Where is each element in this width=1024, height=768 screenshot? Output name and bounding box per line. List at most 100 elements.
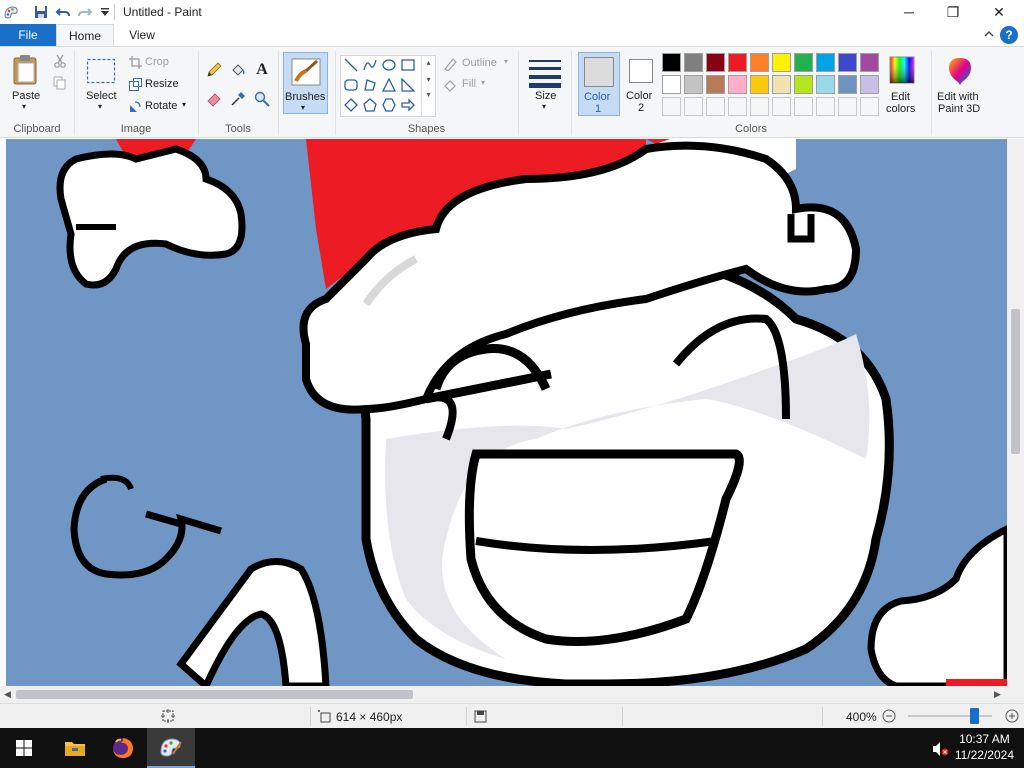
cut-icon[interactable] [52,53,68,69]
palette-custom-swatch[interactable] [728,97,747,116]
palette-color-swatch[interactable] [750,75,769,94]
horizontal-scroll-thumb[interactable] [16,690,413,699]
scroll-left-icon[interactable]: ◀ [4,689,11,700]
paint-taskbar-button[interactable] [147,728,195,768]
palette-custom-swatch[interactable] [816,97,835,116]
select-dropdown-icon[interactable]: ▾ [98,102,102,111]
color2-button[interactable]: Color 2 [622,52,660,116]
close-button[interactable]: ✕ [976,0,1022,24]
tab-home[interactable]: Home [56,24,114,47]
color-picker-icon[interactable] [229,90,247,108]
size-dropdown-icon[interactable]: ▾ [542,102,546,111]
file-explorer-taskbar-button[interactable] [51,728,99,768]
fill-icon[interactable] [442,78,458,92]
palette-custom-swatch[interactable] [662,97,681,116]
resize-button[interactable]: Resize [145,78,179,90]
palette-color-swatch[interactable] [838,53,857,72]
palette-color-swatch[interactable] [860,53,879,72]
help-button[interactable]: ? [1000,26,1018,44]
copy-icon[interactable] [52,75,68,91]
palette-custom-swatch[interactable] [860,97,879,116]
select-icon[interactable] [86,57,116,85]
outline-button[interactable]: Outline [462,57,497,69]
horizontal-scrollbar[interactable]: ◀ ▶ [0,686,1007,703]
select-button[interactable]: Select [86,90,117,102]
polygon-shape-icon[interactable] [361,76,379,94]
collapse-ribbon-icon[interactable] [984,27,994,41]
palette-custom-swatch[interactable] [706,97,725,116]
start-button[interactable] [0,728,48,768]
rotate-dropdown-icon[interactable]: ▾ [182,100,186,109]
palette-color-swatch[interactable] [684,75,703,94]
brushes-button[interactable]: Brushes ▾ [283,52,328,114]
palette-custom-swatch[interactable] [772,97,791,116]
tab-file[interactable]: File [0,24,56,46]
firefox-taskbar-button[interactable] [99,728,147,768]
palette-color-swatch[interactable] [860,75,879,94]
pentagon-shape-icon[interactable] [361,96,379,114]
minimize-button[interactable]: ─ [886,0,932,24]
curve-shape-icon[interactable] [361,56,379,74]
line-shape-icon[interactable] [342,56,360,74]
volume-muted-icon[interactable] [932,741,950,757]
vertical-scrollbar[interactable] [1007,139,1024,686]
right-triangle-shape-icon[interactable] [399,76,417,94]
edit-colors-label-line2[interactable]: colors [886,103,915,115]
palette-custom-swatch[interactable] [794,97,813,116]
paint3d-label-line1[interactable]: Edit with [937,91,979,103]
eraser-icon[interactable] [205,90,223,108]
tab-view[interactable]: View [118,24,166,46]
palette-color-swatch[interactable] [750,53,769,72]
palette-color-swatch[interactable] [794,75,813,94]
palette-color-swatch[interactable] [706,53,725,72]
palette-color-swatch[interactable] [728,75,747,94]
paint3d-label-line2[interactable]: Paint 3D [938,103,980,115]
palette-color-swatch[interactable] [838,75,857,94]
arrow-shape-icon[interactable] [399,96,417,114]
crop-icon[interactable] [128,55,142,69]
palette-custom-swatch[interactable] [750,97,769,116]
zoom-in-icon[interactable] [1004,708,1020,724]
palette-custom-swatch[interactable] [684,97,703,116]
palette-color-swatch[interactable] [816,75,835,94]
palette-color-swatch[interactable] [662,75,681,94]
edit-colors-label-line1[interactable]: Edit [891,91,910,103]
drawing-canvas[interactable] [6,139,1007,686]
paint-app-icon[interactable] [2,3,20,21]
outline-icon[interactable] [442,57,458,71]
palette-color-swatch[interactable] [816,53,835,72]
text-tool-icon[interactable]: A [253,61,271,79]
pencil-icon[interactable] [205,61,223,79]
color1-button[interactable]: Color 1 [578,52,620,116]
color-wheel-icon[interactable] [888,55,916,85]
palette-color-swatch[interactable] [772,75,791,94]
zoom-out-icon[interactable] [881,708,897,724]
size-button[interactable]: Size [535,90,556,102]
hexagon-shape-icon[interactable] [380,96,398,114]
fill-button[interactable]: Fill [462,78,476,90]
palette-color-swatch[interactable] [662,53,681,72]
crop-button[interactable]: Crop [145,56,169,68]
canvas-viewport[interactable] [0,139,1024,686]
taskbar-clock[interactable]: 10:37 AM 11/22/2024 [955,731,1014,763]
paste-dropdown-icon[interactable]: ▾ [22,102,26,111]
customize-quick-access-icon[interactable] [96,3,114,21]
save-icon[interactable] [32,3,50,21]
magnifier-icon[interactable] [253,90,271,108]
rotate-button[interactable]: Rotate [145,100,177,112]
fill-bucket-icon[interactable] [229,61,247,79]
paste-button[interactable]: Paste [12,90,40,102]
rounded-rectangle-shape-icon[interactable] [342,76,360,94]
oval-shape-icon[interactable] [380,56,398,74]
outline-dropdown-icon[interactable]: ▾ [504,57,508,66]
rectangle-shape-icon[interactable] [399,56,417,74]
palette-color-swatch[interactable] [794,53,813,72]
triangle-shape-icon[interactable] [380,76,398,94]
size-icon[interactable] [527,55,563,91]
diamond-shape-icon[interactable] [342,96,360,114]
palette-color-swatch[interactable] [706,75,725,94]
scroll-right-icon[interactable]: ▶ [994,689,1001,700]
fill-dropdown-icon[interactable]: ▾ [481,78,485,87]
rotate-icon[interactable] [128,99,142,113]
palette-color-swatch[interactable] [684,53,703,72]
